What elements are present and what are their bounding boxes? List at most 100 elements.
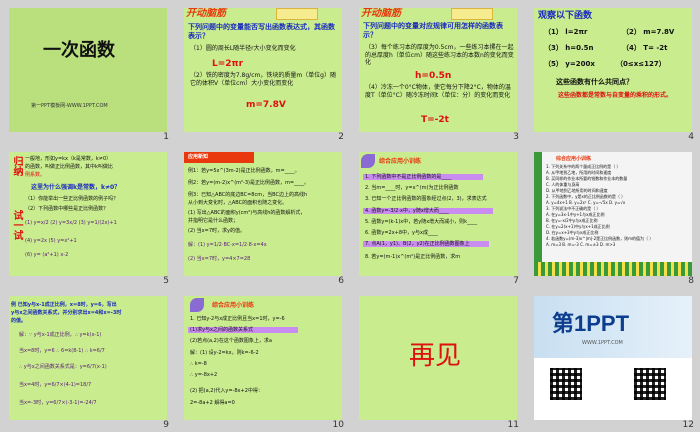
- slide-3-banner: [451, 8, 493, 20]
- slide-8-line-6: 2. 下列函数中，y是x的正比例函数的是（ ）: [546, 194, 626, 199]
- slide-2-item-2: L=2πr: [212, 59, 244, 69]
- slide-thumb-5[interactable]: 归纳 试一试 一般地，形如y=kx（k是常数，k≠0） 的函数，叫做正比例函数，…: [0, 144, 175, 288]
- slide-10-canvas: 综合应用小训练 1. 已知y-2与x成正比例且当x=1时，y=-6 (1)求y与…: [184, 296, 342, 420]
- slide-7-line-5: 5. 函数y=(k-1)x中，若y随x增大而减小，则k____: [365, 219, 478, 225]
- slide-thumb-4[interactable]: 观察以下函数 （1） l=2πr （2） m=7.8V （3） h=0.5n （…: [525, 0, 700, 144]
- slide-7-line-6: 6. 函数y=2x+8中，y与x成____: [365, 230, 438, 236]
- slide-7-line-1: 1. 下列函数中不是正比例函数的是____: [365, 174, 452, 180]
- qr-code-icon: [550, 368, 582, 400]
- slide-4-canvas: 观察以下函数 （1） l=2πr （2） m=7.8V （3） h=0.5n （…: [534, 8, 692, 132]
- slide-number: 4: [688, 132, 694, 142]
- slide-8-line-5: D. 从甲地到乙地所用的时间和速度: [546, 188, 608, 193]
- slide-6-line-1: 例1：若y=5x^(3m-2)是正比例函数，m=____。: [188, 168, 300, 174]
- slide-7-line-2: 2. 当m=____时，y=x^(m)为正比例函数: [365, 185, 459, 191]
- slide-8-left-stripe: [534, 152, 542, 276]
- slide-thumb-10[interactable]: 综合应用小训练 1. 已知y-2与x成正比例且当x=1时，y=-6 (1)求y与…: [175, 288, 350, 432]
- slide-5-side-label-2: 试一试: [11, 210, 22, 240]
- slide-4-func-5: （5） y=200x: [544, 60, 595, 68]
- slide-2-canvas: 开动脑筋 下列问题中的变量能否写出函数表达式，其函数表示？ （1）圆的周长L随半…: [184, 8, 342, 132]
- slide-3-header: 开动脑筋: [361, 8, 401, 19]
- slide-12-logo: 第1PPT: [552, 311, 630, 336]
- slide-number: 10: [332, 420, 344, 430]
- slide-2-header: 开动脑筋: [186, 8, 226, 19]
- slide-8-line-11: C. 在y=2(x+1)中y与x+1成正比例: [546, 224, 610, 229]
- slide-thumb-8[interactable]: 综合应用小训练 1. 下列关系中的两个量成正比例的是（ ） A. 从甲地到乙地，…: [525, 144, 700, 288]
- slide-5-side-label: 归纳: [11, 156, 22, 176]
- slide-4-question: 这些函数有什么共同点？: [556, 78, 633, 86]
- slide-thumb-3[interactable]: 开动脑筋 下列问题中的变量对应规律可用怎样的函数表示？ （3）每个练习本的厚度为…: [350, 0, 525, 144]
- slide-sorter-grid: 一次函数 第一PPT模板网-WWW.1PPT.COM 1 开动脑筋 下列问题中的…: [0, 0, 700, 432]
- slide-6-line-6: 并指明它是什么函数；: [188, 218, 239, 224]
- slide-thumb-6[interactable]: 应用新知 例1：若y=5x^(3m-2)是正比例函数，m=____。 例2：若y…: [175, 144, 350, 288]
- slide-7-line-8: 8. 若y=(m-1)x^(m²)是正比例函数，求m: [365, 254, 461, 260]
- slide-3-question: 下列问题中的变量对应规律可用怎样的函数表示？: [363, 22, 503, 39]
- slide-10-line-4: 解：(1) 设y-2=kx，则k=-6-2: [190, 350, 259, 356]
- slide-6-line-9: (2) 当x=7时，y=4×7=28: [188, 256, 251, 262]
- slide-1-title: 一次函数: [43, 40, 115, 61]
- slide-5-line-1: 一般地，形如y=kx（k是常数，k≠0）: [25, 156, 112, 162]
- slide-thumb-1[interactable]: 一次函数 第一PPT模板网-WWW.1PPT.COM 1: [0, 0, 175, 144]
- slide-4-func-2: （2） m=7.8V: [622, 28, 675, 36]
- qr-code-icon: [634, 368, 666, 400]
- slide-8-line-7: A. y=4x+1 B. y=2x² C. y=-√5x D. y=√x: [546, 200, 626, 205]
- slide-3-item-2: h=0.5n: [415, 71, 452, 81]
- slide-10-line-1: 1. 已知y-2与x成正比例且当x=1时，y=-6: [190, 316, 285, 322]
- slide-3-item-1: （3）每个练习本的厚度为0.5cm，一些练习本摞在一起的总厚度h（单位cm）随这…: [365, 44, 514, 66]
- slide-6-line-4: 从小到大变化时，△ABC的面积也随之变化。: [188, 200, 288, 206]
- slide-7-line-3: 3. 已知一个正比例函数的图象经过点(2，3)，求表达式: [365, 196, 487, 202]
- slide-8-title: 综合应用小训练: [556, 156, 592, 162]
- slide-8-line-3: B. 买同样的作业本所要的钱数和作业本的数量: [546, 176, 628, 181]
- slide-6-line-7: (2) 当x=7时，求y的值。: [188, 228, 245, 234]
- slide-5-line-7: (1) y=x/2 (2) y=3x/2 (3) y=1/(2x)+1: [25, 220, 117, 226]
- slide-2-item-1: （1）圆的周长L随半径r大小变化而变化: [190, 45, 296, 52]
- slide-thumb-9[interactable]: 例 已知y与x-1成正比例，x=8时，y=6，写出 y与x之间函数关系式，并分别…: [0, 288, 175, 432]
- slide-4-title: 观察以下函数: [538, 11, 593, 21]
- slide-10-title: 综合应用小训练: [212, 302, 255, 309]
- slide-2-item-4: m=7.8V: [246, 100, 286, 110]
- slide-11-canvas: 再见: [359, 296, 517, 420]
- slide-9-line-5: 当x=8时，y=6 ∴ 6=k(8-1) ∴ k=6/7: [19, 348, 105, 354]
- slide-10-line-5: ∴ k=-8: [190, 361, 207, 367]
- slide-5-line-8: (4) y=2x (5) y=x²+1: [25, 238, 77, 244]
- slide-8-line-14: A. m=3 B. m=-3 C. m=±3 D. m>3: [546, 242, 616, 247]
- slide-9-line-7: 当x=4时，y=6/7×(4-1)=18/7: [19, 382, 92, 388]
- slide-9-canvas: 例 已知y与x-1成正比例，x=8时，y=6，写出 y与x之间函数关系式，并分别…: [9, 296, 167, 420]
- slide-2-item-3: （2）铁的密度为7.8g/cm，铁块的质量m（单位g）随它的体积V（单位cm）大…: [190, 72, 336, 87]
- slide-4-func-6: （0≤x≤127）: [616, 60, 666, 68]
- slide-8-line-1: 1. 下列关系中的两个量成正比例的是（ ）: [546, 164, 621, 169]
- slide-thumb-7[interactable]: 综合应用小训练 1. 下列函数中不是正比例函数的是____ 2. 当m=____…: [350, 144, 525, 288]
- slide-8-line-13: 4. 若函数y=(m-3)x^|m|-2是正比例函数，则m的值为（ ）: [546, 236, 654, 241]
- slide-11-text: 再见: [409, 341, 462, 371]
- slide-10-line-8: 2=-8a+2 解得a=0: [190, 400, 235, 406]
- slide-8-line-12: D. 在y=x+3中y与x成正比例: [546, 230, 599, 235]
- slide-12-canvas: 第1PPT WWW.1PPT.COM: [534, 296, 692, 420]
- slide-3-canvas: 开动脑筋 下列问题中的变量对应规律可用怎样的函数表示？ （3）每个练习本的厚度为…: [359, 8, 517, 132]
- slide-number: 5: [163, 276, 169, 286]
- slide-9-line-8: 当x=-3时，y=6/7×(-3-1)=-24/7: [19, 400, 97, 406]
- slide-3-item-3: （4）冷冻一个0°C物体，使它每分下降2°C，物体的温度T（单位°C）随冷冻时间…: [365, 84, 511, 99]
- slide-10-line-7: (2) 把(a,2)代入y=-8x+2中得：: [190, 388, 263, 394]
- slide-thumb-12[interactable]: 第1PPT WWW.1PPT.COM 12: [525, 288, 700, 432]
- slide-7-title: 综合应用小训练: [379, 158, 422, 165]
- slide-2-question: 下列问题中的变量能否写出函数表达式，其函数表示？: [188, 23, 335, 40]
- slide-8-line-2: A. 从甲地到乙地，所用的时间和速度: [546, 170, 612, 175]
- butterfly-icon: [361, 154, 375, 168]
- slide-6-line-2: 例2：若y=(m-2)x^(m²-3)是正比例函数，m=____。: [188, 180, 310, 186]
- slide-5-line-9: (6) y= (a²+1) x-2: [25, 252, 69, 258]
- slide-number: 12: [682, 420, 694, 430]
- slide-6-line-8: 解：(1) y=1/2·BC·x=1/2·8·x=4x: [188, 242, 267, 248]
- slide-8-line-10: B. 在y=-x/2中y与x成正比例: [546, 218, 598, 223]
- slide-number: 8: [688, 276, 694, 286]
- slide-9-line-6: ∴ y与x之间函数关系式是：y=6/7(x-1): [19, 364, 107, 370]
- slide-8-line-9: A. 在y=3x-1中y+1与x成正比例: [546, 212, 605, 217]
- slide-thumb-2[interactable]: 开动脑筋 下列问题中的变量能否写出函数表达式，其函数表示？ （1）圆的周长L随半…: [175, 0, 350, 144]
- slide-5-canvas: 归纳 试一试 一般地，形如y=kx（k是常数，k≠0） 的函数，叫做正比例函数，…: [9, 152, 167, 276]
- slide-4-func-4: （4） T= -2t: [622, 44, 668, 52]
- slide-10-line-3: (2)若点(a,2)在这个函数图象上，求a: [190, 338, 272, 344]
- slide-thumb-11[interactable]: 再见 11: [350, 288, 525, 432]
- slide-8-line-4: C. 人的体重与身高: [546, 182, 580, 187]
- slide-5-line-4: 这里为什么强调k是常数，k≠0？: [31, 184, 121, 191]
- slide-6-canvas: 应用新知 例1：若y=5x^(3m-2)是正比例函数，m=____。 例2：若y…: [184, 152, 342, 276]
- slide-number: 11: [507, 420, 519, 430]
- slide-number: 2: [338, 132, 344, 142]
